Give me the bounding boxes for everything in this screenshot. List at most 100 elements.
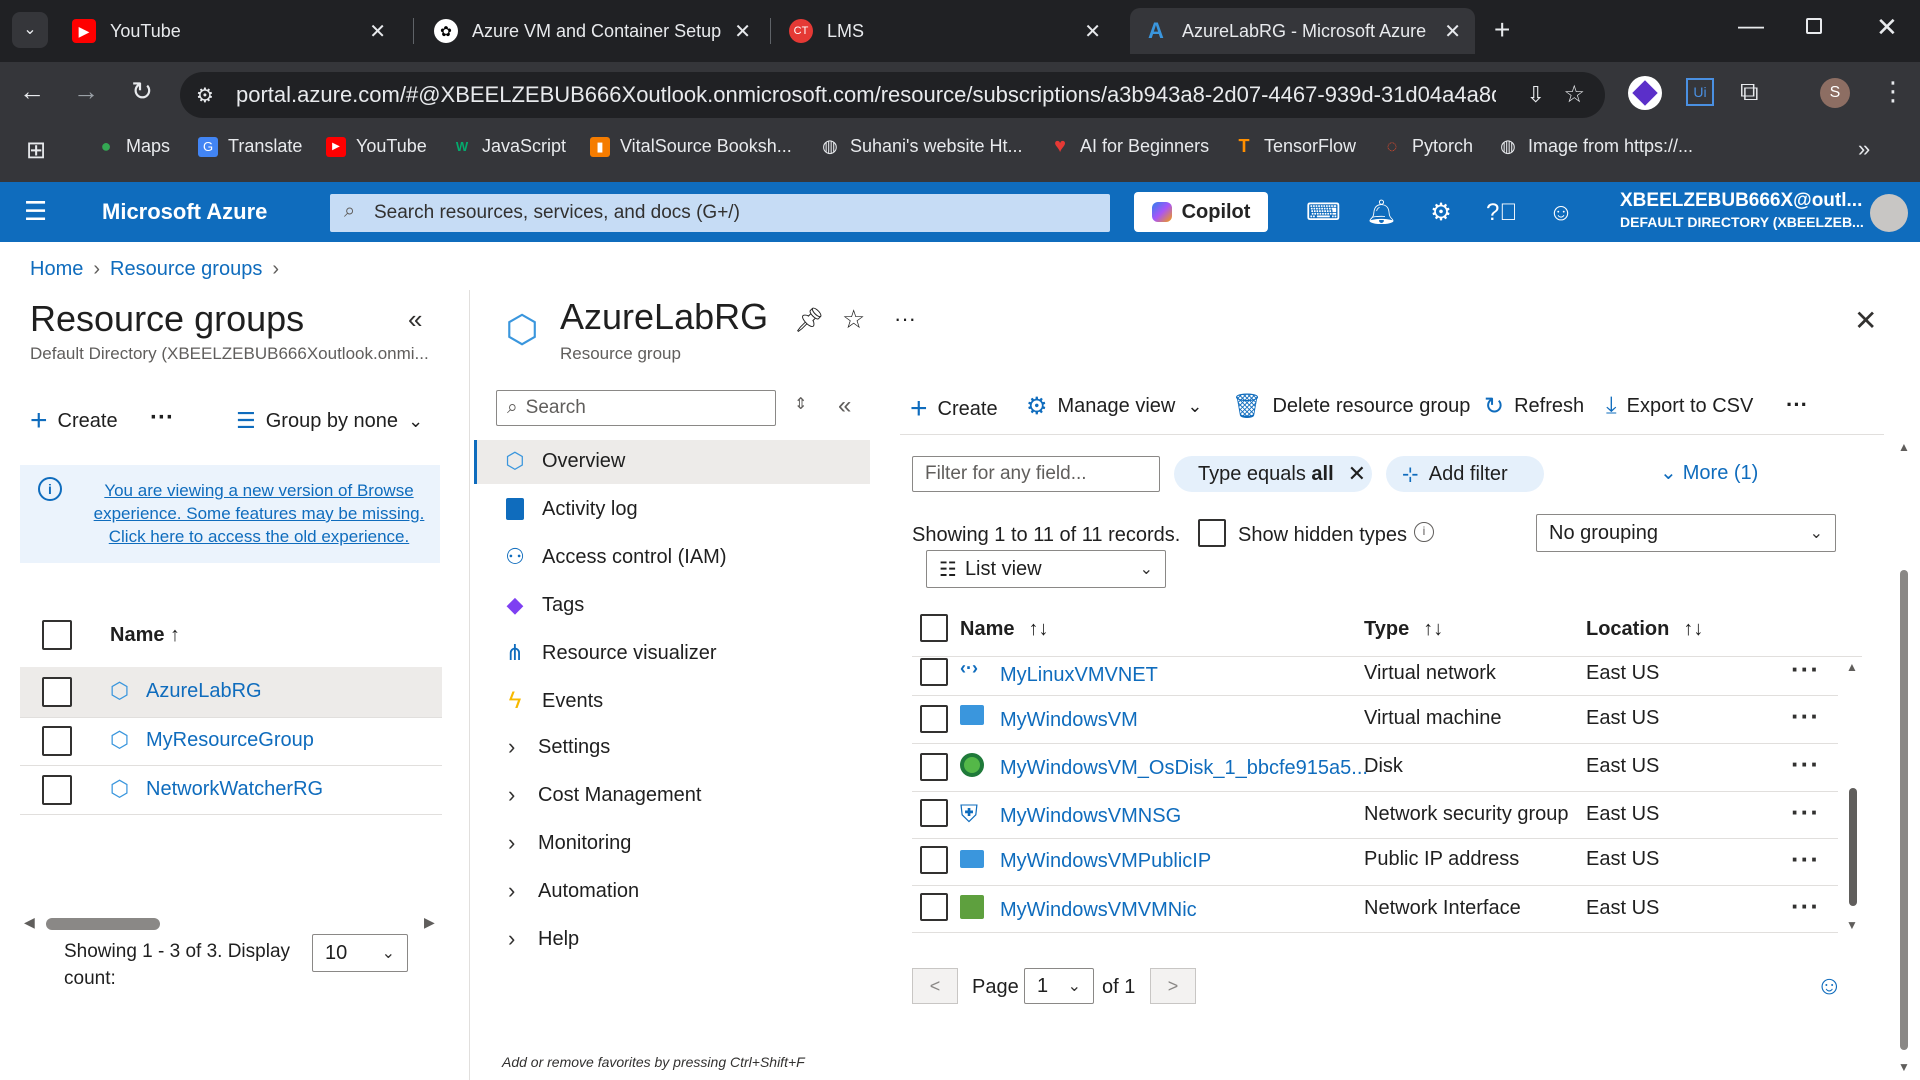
- azure-brand[interactable]: Microsoft Azure: [102, 199, 267, 225]
- scrollbar-thumb[interactable]: [46, 918, 160, 930]
- scroll-up-icon[interactable]: ▲: [1846, 660, 1858, 674]
- menu-item-monitoring[interactable]: Monitoring: [538, 832, 631, 855]
- global-search-input[interactable]: ⌕ Search resources, services, and docs (…: [330, 194, 1110, 232]
- menu-item-cost-management[interactable]: Cost Management: [538, 784, 701, 807]
- previous-page-button[interactable]: <: [912, 968, 958, 1004]
- display-count-select[interactable]: 10 ⌄: [312, 934, 408, 972]
- resource-name-link[interactable]: MyWindowsVM: [1000, 709, 1138, 732]
- url-field[interactable]: ⚙ portal.azure.com/#@XBEELZEBUB666Xoutlo…: [180, 72, 1605, 118]
- reload-button[interactable]: ↻: [124, 76, 160, 107]
- refresh-button[interactable]: ↻ Refresh: [1484, 392, 1584, 421]
- apps-grid-icon[interactable]: ⊞: [26, 136, 46, 165]
- row-checkbox[interactable]: [920, 753, 948, 781]
- feedback-icon[interactable]: ☺: [1816, 970, 1843, 1001]
- bookmark-pytorch[interactable]: ◌ Pytorch: [1382, 136, 1473, 157]
- row-actions-icon[interactable]: ···: [1791, 891, 1820, 922]
- export-csv-button[interactable]: ⤓ Export to CSV: [1606, 392, 1753, 420]
- menu-search-input[interactable]: ⌕ Search: [496, 390, 776, 426]
- collapse-panel-icon[interactable]: «: [408, 304, 422, 335]
- scroll-up-icon[interactable]: ▲: [1898, 440, 1910, 454]
- resource-group-link[interactable]: MyResourceGroup: [146, 729, 314, 752]
- name-column-header[interactable]: Name ↑↓: [960, 618, 1048, 641]
- cloud-shell-icon[interactable]: ⌨: [1306, 198, 1341, 228]
- favorite-star-icon[interactable]: ☆: [842, 304, 865, 335]
- type-column-header[interactable]: Type ↑↓: [1364, 618, 1443, 641]
- scroll-down-icon[interactable]: ▼: [1846, 918, 1858, 932]
- row-checkbox[interactable]: [920, 705, 948, 733]
- bookmark-translate[interactable]: G Translate: [198, 136, 302, 157]
- row-checkbox[interactable]: [920, 799, 948, 827]
- old-experience-link[interactable]: You are viewing a new version of Browse …: [74, 479, 444, 548]
- resource-group-link[interactable]: NetworkWatcherRG: [146, 778, 323, 801]
- row-actions-icon[interactable]: ···: [1791, 749, 1820, 780]
- resource-name-link[interactable]: MyWindowsVMVMNic: [1000, 899, 1197, 922]
- close-icon[interactable]: ✕: [1084, 19, 1101, 44]
- site-info-icon[interactable]: ⚙: [196, 83, 214, 108]
- remove-filter-icon[interactable]: ✕: [1348, 461, 1366, 487]
- row-checkbox[interactable]: [920, 893, 948, 921]
- menu-item-automation[interactable]: Automation: [538, 880, 639, 903]
- select-all-resources-checkbox[interactable]: [920, 614, 948, 642]
- notifications-bell-icon[interactable]: 🔔︎: [1366, 198, 1396, 228]
- extensions-puzzle-icon[interactable]: ⧉: [1740, 76, 1759, 108]
- close-icon[interactable]: ✕: [1444, 19, 1461, 44]
- info-icon[interactable]: i: [1414, 522, 1434, 542]
- scroll-down-icon[interactable]: ▼: [1898, 1060, 1910, 1074]
- copilot-button[interactable]: Copilot: [1134, 192, 1268, 232]
- account-avatar[interactable]: [1870, 194, 1908, 232]
- menu-item-overview[interactable]: ⬡ Overview: [502, 448, 625, 474]
- menu-item-access-control[interactable]: ⚇ Access control (IAM): [502, 544, 726, 570]
- browser-menu-icon[interactable]: ⋮: [1880, 76, 1906, 107]
- row-checkbox[interactable]: [42, 775, 72, 805]
- horizontal-scrollbar[interactable]: ◀ ▶: [24, 914, 436, 931]
- feedback-icon[interactable]: ☺: [1546, 198, 1576, 228]
- resource-name-link[interactable]: MyWindowsVMNSG: [1000, 805, 1181, 828]
- tab-lms[interactable]: CT LMS ✕: [775, 8, 1115, 54]
- manage-view-button[interactable]: ⚙ Manage view ⌄: [1026, 392, 1202, 421]
- minimize-button[interactable]: —: [1738, 10, 1764, 41]
- resource-name-link[interactable]: MyWindowsVMPublicIP: [1000, 850, 1211, 873]
- row-actions-icon[interactable]: ···: [1791, 844, 1820, 875]
- install-app-icon[interactable]: ⇩: [1527, 82, 1545, 108]
- next-page-button[interactable]: >: [1150, 968, 1196, 1004]
- create-resource-button[interactable]: + Create: [910, 392, 998, 426]
- more-filters-link[interactable]: ⌄ More (1): [1660, 460, 1758, 485]
- filter-input[interactable]: Filter for any field...: [912, 456, 1160, 492]
- bookmark-vitalsource[interactable]: ▮ VitalSource Booksh...: [590, 136, 792, 157]
- more-commands-icon[interactable]: ···: [1786, 392, 1808, 418]
- new-tab-button[interactable]: +: [1494, 14, 1510, 46]
- view-select[interactable]: ☷ List view ⌄: [926, 550, 1166, 588]
- row-actions-icon[interactable]: ···: [1791, 797, 1820, 828]
- bookmark-suhani-website[interactable]: ◍ Suhani's website Ht...: [820, 136, 1022, 157]
- table-row[interactable]: ⛨ MyWindowsVMNSG Network security group …: [912, 791, 1838, 839]
- chevron-right-icon[interactable]: ›: [508, 926, 515, 952]
- bookmark-tensorflow[interactable]: T TensorFlow: [1234, 136, 1357, 157]
- breadcrumb-home[interactable]: Home: [30, 258, 83, 281]
- resource-name-link[interactable]: MyLinuxVMVNET: [1000, 664, 1158, 687]
- row-actions-icon[interactable]: ···: [1791, 701, 1820, 732]
- profile-avatar[interactable]: S: [1820, 78, 1850, 108]
- table-row[interactable]: MyWindowsVM Virtual machine East US ···: [912, 695, 1838, 743]
- scrollbar-thumb[interactable]: [1900, 570, 1908, 1050]
- menu-item-activity-log[interactable]: Activity log: [502, 496, 638, 522]
- help-icon[interactable]: ?⃝: [1486, 198, 1517, 228]
- chevron-right-icon[interactable]: ›: [508, 782, 515, 808]
- tab-search-button[interactable]: ⌄: [12, 12, 48, 48]
- menu-item-events[interactable]: ϟ Events: [502, 687, 604, 714]
- collapse-menu-icon[interactable]: «: [838, 392, 851, 420]
- close-icon[interactable]: ✕: [734, 19, 751, 44]
- delete-resource-group-button[interactable]: 🗑︎ Delete resource group: [1232, 392, 1470, 421]
- chevron-right-icon[interactable]: ›: [508, 830, 515, 856]
- bookmark-star-icon[interactable]: ☆: [1563, 80, 1585, 109]
- more-options-icon[interactable]: ···: [150, 404, 174, 432]
- name-column-header[interactable]: Name ↑: [110, 624, 180, 647]
- table-row[interactable]: MyWindowsVM_OsDisk_1_bbcfe915a5... Disk …: [912, 743, 1838, 791]
- hamburger-menu-icon[interactable]: ☰: [24, 196, 47, 227]
- row-checkbox[interactable]: [42, 726, 72, 756]
- row-checkbox[interactable]: [42, 677, 72, 707]
- pin-icon[interactable]: 📌︎: [794, 306, 824, 335]
- scroll-left-icon[interactable]: ◀: [24, 914, 35, 931]
- account-menu[interactable]: XBEELZEBUB666X@outl... DEFAULT DIRECTORY…: [1620, 190, 1864, 230]
- tab-youtube[interactable]: ▶ YouTube ✕: [60, 8, 400, 54]
- bookmark-image-from[interactable]: ◍ Image from https://...: [1498, 136, 1693, 157]
